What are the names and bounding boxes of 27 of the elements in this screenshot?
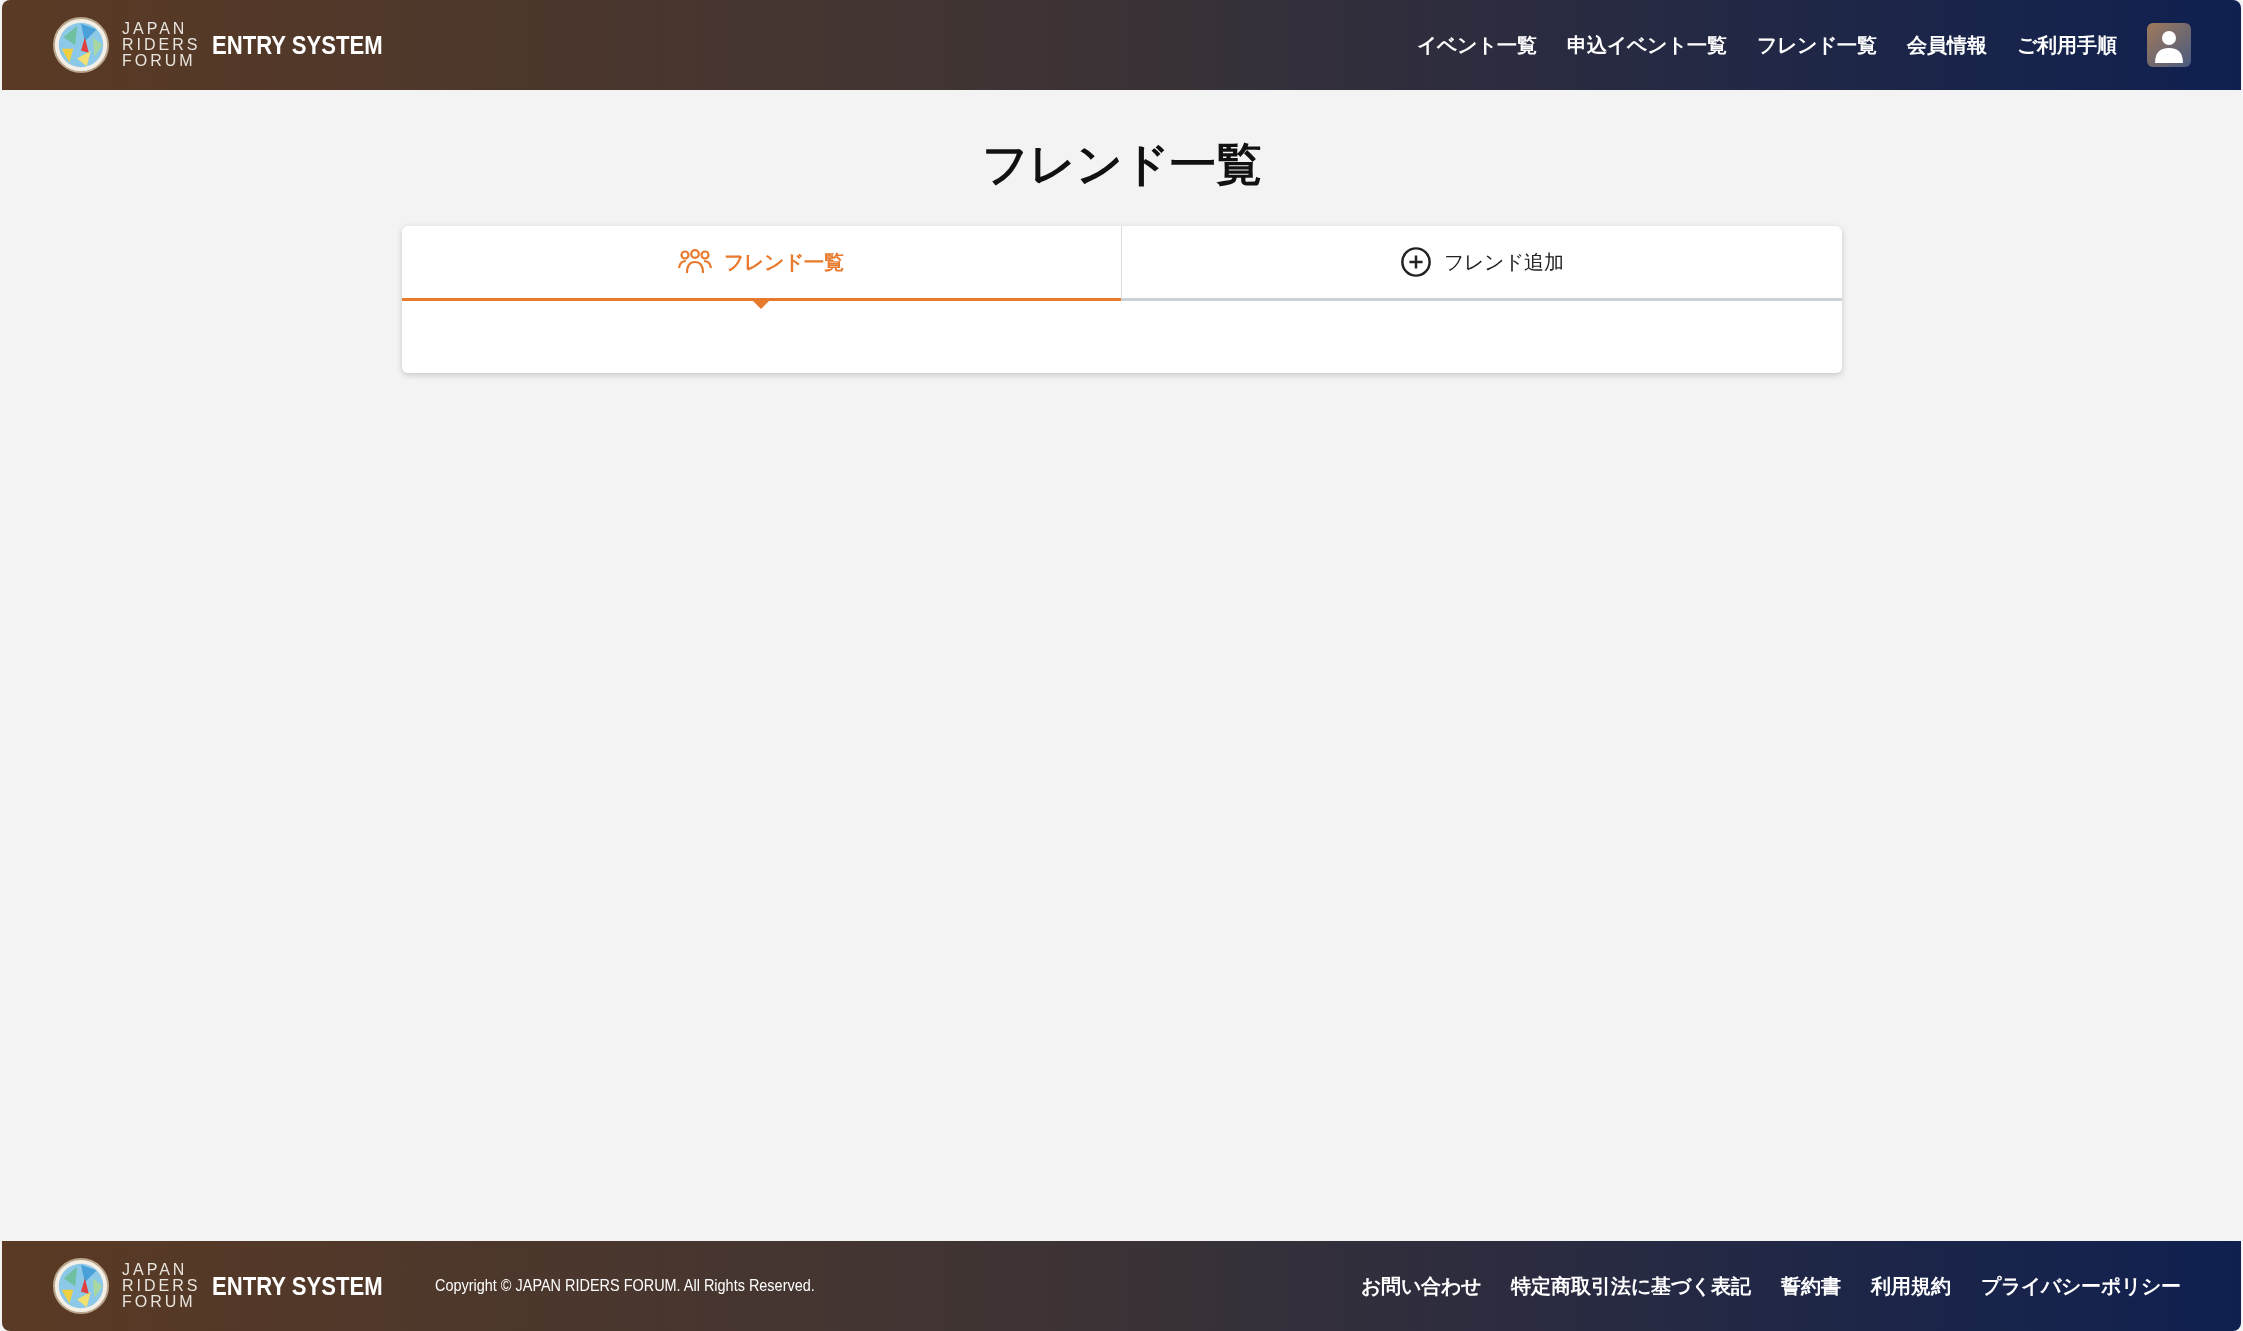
system-name: ENTRY SYSTEM — [212, 1270, 384, 1302]
logo-text: JAPAN — [122, 21, 189, 37]
active-tab-pointer — [753, 301, 770, 309]
logo-text: FORUM — [122, 53, 197, 69]
user-avatar-icon[interactable] — [2147, 23, 2191, 67]
footer-link[interactable]: お問い合わせ — [1361, 1272, 1481, 1300]
system-name: ENTRY SYSTEM — [212, 29, 384, 61]
globe-logo-icon — [52, 16, 110, 74]
logo-text: RIDERS — [122, 37, 201, 53]
footer-link[interactable]: 特定商取引法に基づく表記 — [1511, 1272, 1751, 1300]
copyright-text: Copyright © JAPAN RIDERS FORUM. All Rights Reserved. — [435, 1276, 816, 1296]
plus-circle-icon — [1399, 246, 1432, 278]
logo-text: JAPAN — [122, 1262, 189, 1278]
tab[interactable]: フレンド追加 — [1121, 226, 1842, 301]
footer-link[interactable]: プライバシーポリシー — [1981, 1272, 2181, 1300]
logo-text: FORUM — [122, 1294, 197, 1310]
people-icon — [678, 249, 713, 275]
nav-link[interactable]: ご利用手順 — [2017, 31, 2117, 59]
nav-link[interactable]: フレンド一覧 — [1757, 31, 1877, 59]
logo-text: RIDERS — [122, 1278, 201, 1294]
footer-link[interactable]: 利用規約 — [1871, 1272, 1951, 1300]
nav-link[interactable]: イベント一覧 — [1417, 31, 1537, 59]
nav-link[interactable]: 会員情報 — [1907, 31, 1987, 59]
nav-link[interactable]: 申込イベント一覧 — [1567, 31, 1727, 59]
globe-logo-icon — [52, 1257, 110, 1315]
footer-link[interactable]: 誓約書 — [1781, 1272, 1841, 1300]
page-title: フレンド一覧 — [981, 136, 1262, 193]
